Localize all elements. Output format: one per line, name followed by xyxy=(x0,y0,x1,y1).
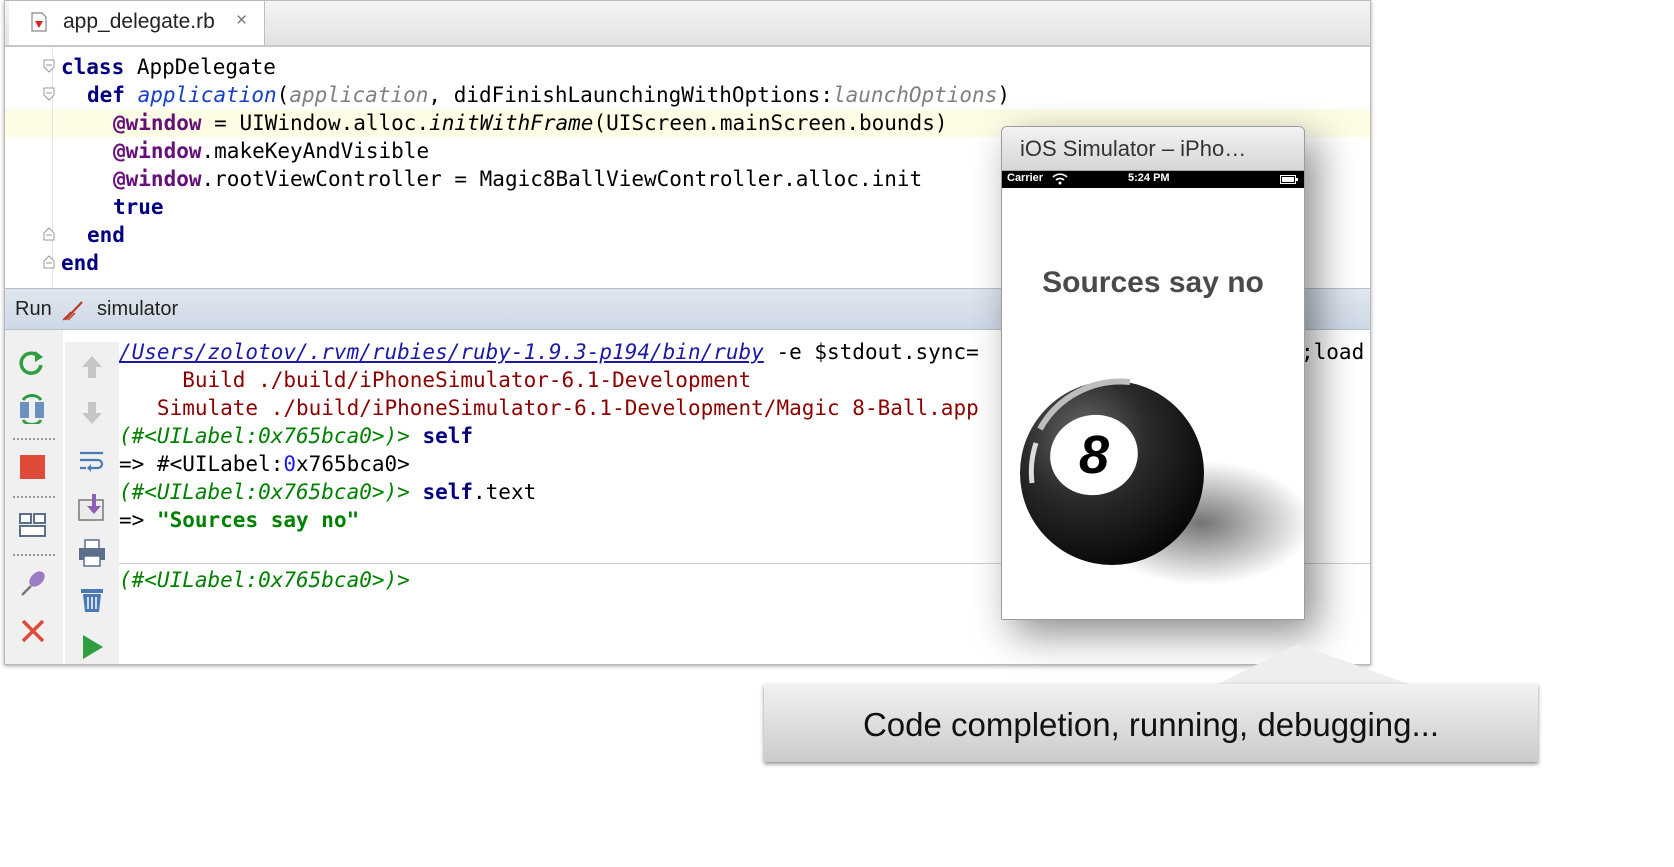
simulator-title: iOS Simulator – iPho… xyxy=(1020,136,1247,161)
tab-label: app_delegate.rb xyxy=(63,10,215,33)
code-line: @window.rootViewController = Magic8BallV… xyxy=(113,167,923,191)
play-icon[interactable] xyxy=(77,632,107,662)
restart-icon[interactable] xyxy=(17,394,47,424)
print-icon[interactable] xyxy=(77,538,107,568)
gutter-separator xyxy=(52,47,53,287)
close-icon[interactable]: × xyxy=(236,10,247,32)
console-line-tail: ;load xyxy=(1301,340,1365,364)
status-time: 5:24 PM xyxy=(1128,172,1170,184)
code-line: end xyxy=(87,223,125,247)
down-arrow-icon[interactable] xyxy=(77,398,107,428)
console-line: Simulate ./build/iPhoneSimulator-6.1-Dev… xyxy=(119,396,979,420)
code-line: def application(application, didFinishLa… xyxy=(87,83,1011,107)
console-toolbar-primary xyxy=(5,330,63,664)
console-line: (#<UILabel:0x765bca0>)> self xyxy=(119,424,474,448)
code-line: end xyxy=(61,251,99,275)
toolbar-separator xyxy=(13,438,55,440)
code-line: class AppDelegate xyxy=(61,55,276,79)
callout-text: Code completion, running, debugging... xyxy=(862,706,1440,743)
magic-8-ball-image[interactable]: 8 xyxy=(1012,373,1304,593)
code-line: @window.makeKeyAndVisible xyxy=(113,139,430,163)
ruby-path-link[interactable]: /Users/zolotov/.rvm/rubies/ruby-1.9.3-p1… xyxy=(119,340,764,364)
ruby-file-icon xyxy=(31,12,47,32)
carrier-label: Carrier xyxy=(1007,172,1044,184)
up-arrow-icon[interactable] xyxy=(77,352,107,382)
stop-icon[interactable] xyxy=(18,452,48,482)
pin-icon[interactable] xyxy=(18,568,48,598)
soft-wrap-icon[interactable] xyxy=(77,446,107,476)
console-line: => #<UILabel:0x765bca0> xyxy=(119,452,410,476)
fold-open-icon[interactable] xyxy=(43,87,55,101)
console-line: Build ./build/iPhoneSimulator-6.1-Develo… xyxy=(119,368,752,392)
console-line: (#<UILabel:0x765bca0>)> self.text xyxy=(119,480,537,504)
console-line: => "Sources say no" xyxy=(119,508,360,532)
fold-open-icon[interactable] xyxy=(43,59,55,73)
callout-pointer xyxy=(1214,644,1414,686)
rerun-icon[interactable] xyxy=(17,348,47,378)
rubymotion-icon xyxy=(62,301,83,321)
app-screen[interactable]: Sources say no 8 xyxy=(1002,188,1304,619)
run-config-name: simulator xyxy=(97,298,179,320)
code-line: true xyxy=(113,195,164,219)
layout-icon[interactable] xyxy=(18,510,48,540)
ball-number: 8 xyxy=(1079,425,1109,485)
answer-label: Sources say no xyxy=(1042,266,1264,299)
fold-close-icon[interactable] xyxy=(43,255,55,269)
code-line: @window = UIWindow.alloc.initWithFrame(U… xyxy=(113,111,948,135)
callout-box: Code completion, running, debugging... xyxy=(764,684,1538,762)
close-icon[interactable] xyxy=(18,616,48,646)
battery-icon xyxy=(1280,175,1298,184)
trash-icon[interactable] xyxy=(77,584,107,614)
run-label: Run xyxy=(15,298,52,320)
ios-simulator-window[interactable]: iOS Simulator – iPho… Carrier 5:24 PM So… xyxy=(1001,126,1305,620)
simulator-title-bar[interactable]: iOS Simulator – iPho… xyxy=(1002,127,1304,171)
ios-status-bar: Carrier 5:24 PM xyxy=(1002,171,1304,188)
console-line: /Users/zolotov/.rvm/rubies/ruby-1.9.3-p1… xyxy=(119,340,979,364)
toolbar-separator xyxy=(13,496,55,498)
fold-close-icon[interactable] xyxy=(43,227,55,241)
scroll-to-end-icon[interactable] xyxy=(77,492,107,522)
console-toolbar-secondary xyxy=(65,342,119,664)
toolbar-separator xyxy=(13,554,55,556)
wifi-icon xyxy=(1052,173,1068,185)
tab-app-delegate[interactable]: app_delegate.rb × xyxy=(9,1,265,45)
console-input[interactable]: (#<UILabel:0x765bca0>)> xyxy=(119,566,410,594)
editor-tab-bar: app_delegate.rb × xyxy=(5,1,1370,47)
